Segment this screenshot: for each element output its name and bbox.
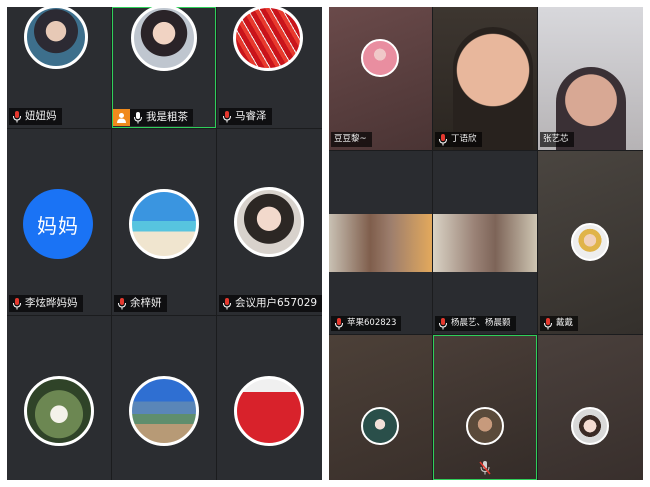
participant-video	[329, 214, 432, 272]
participant-name: 戴戴	[556, 318, 574, 328]
participant-name: 妞妞妈	[25, 110, 57, 122]
participant-label: 苹果602823	[331, 316, 402, 331]
participant-video-tile[interactable]: 杨晨艺、杨晨颢	[433, 151, 537, 334]
participant-name: 豆豆黎~	[334, 134, 367, 144]
participant-name: 张艺芯	[543, 134, 569, 144]
participant-label: 杨晨艺、杨晨颢	[435, 316, 516, 331]
participant-label: 会议用户657029	[219, 295, 322, 312]
participant-tile[interactable]: 戴戴	[538, 151, 643, 334]
participant-video-tile[interactable]: 张艺芯	[538, 7, 643, 150]
participant-tile[interactable]: 会议用户657029	[217, 129, 322, 315]
microphone-icon	[543, 317, 553, 330]
avatar	[129, 376, 199, 446]
avatar	[131, 7, 197, 71]
participant-tile[interactable]	[538, 335, 643, 480]
participant-tile[interactable]	[329, 335, 432, 480]
participant-tile-active[interactable]: 我是粗茶	[112, 7, 216, 128]
participant-tile[interactable]	[217, 316, 322, 480]
participant-video-tile[interactable]: 苹果602823	[329, 151, 432, 334]
meeting-grid-right: 豆豆黎~ 丁语欣 张艺芯 苹果602823 杨晨艺、杨晨颢 戴戴	[329, 7, 643, 480]
participant-name: 会议用户657029	[235, 297, 318, 309]
microphone-icon	[117, 297, 127, 310]
participant-tile[interactable]: 余梓妍	[112, 129, 216, 315]
meeting-grid-left: 妞妞妈 我是粗茶 马睿泽 妈妈 李炫晔妈妈 余梓妍 会议用户657029	[7, 7, 322, 480]
participant-name: 杨晨艺、杨晨颢	[451, 318, 511, 328]
participant-tile-active[interactable]	[433, 335, 537, 480]
avatar	[361, 407, 399, 445]
mic-muted-icon	[479, 460, 491, 475]
participant-video	[433, 214, 537, 272]
microphone-icon	[12, 110, 22, 123]
microphone-icon	[222, 110, 232, 123]
host-person-icon	[113, 109, 130, 126]
avatar	[234, 376, 304, 446]
microphone-icon	[133, 111, 143, 124]
participant-label: 妞妞妈	[9, 108, 62, 125]
participant-tile[interactable]: 妞妞妈	[7, 7, 111, 128]
avatar	[361, 39, 399, 77]
participant-label: 我是粗茶	[113, 109, 193, 126]
microphone-icon	[438, 133, 448, 146]
avatar	[466, 407, 504, 445]
participant-name: 我是粗茶	[146, 111, 188, 123]
participant-tile[interactable]: 马睿泽	[217, 7, 322, 128]
participant-label: 李炫晔妈妈	[9, 295, 83, 312]
avatar-initials: 妈妈	[23, 189, 93, 259]
participant-name: 李炫晔妈妈	[25, 297, 78, 309]
participant-name: 苹果602823	[347, 318, 397, 328]
participant-video-tile[interactable]: 丁语欣	[433, 7, 537, 150]
avatar	[233, 7, 303, 71]
avatar	[24, 376, 94, 446]
participant-label: 豆豆黎~	[331, 132, 372, 147]
participant-label: 戴戴	[540, 316, 579, 331]
participant-tile[interactable]: 豆豆黎~	[329, 7, 432, 150]
avatar	[24, 7, 88, 69]
avatar	[571, 223, 609, 261]
microphone-icon	[12, 297, 22, 310]
participant-tile[interactable]	[112, 316, 216, 480]
participant-label: 马睿泽	[219, 108, 272, 125]
participant-name: 丁语欣	[451, 134, 477, 144]
participant-name: 余梓妍	[130, 297, 162, 309]
participant-label: 张艺芯	[540, 132, 574, 147]
participant-tile[interactable]	[7, 316, 111, 480]
microphone-icon	[222, 297, 232, 310]
microphone-icon	[438, 317, 448, 330]
participant-name: 马睿泽	[235, 110, 267, 122]
avatar	[234, 187, 304, 257]
microphone-icon	[334, 317, 344, 330]
avatar	[571, 407, 609, 445]
participant-label: 余梓妍	[114, 295, 167, 312]
participant-tile[interactable]: 妈妈 李炫晔妈妈	[7, 129, 111, 315]
participant-label: 丁语欣	[435, 132, 482, 147]
avatar	[129, 189, 199, 259]
